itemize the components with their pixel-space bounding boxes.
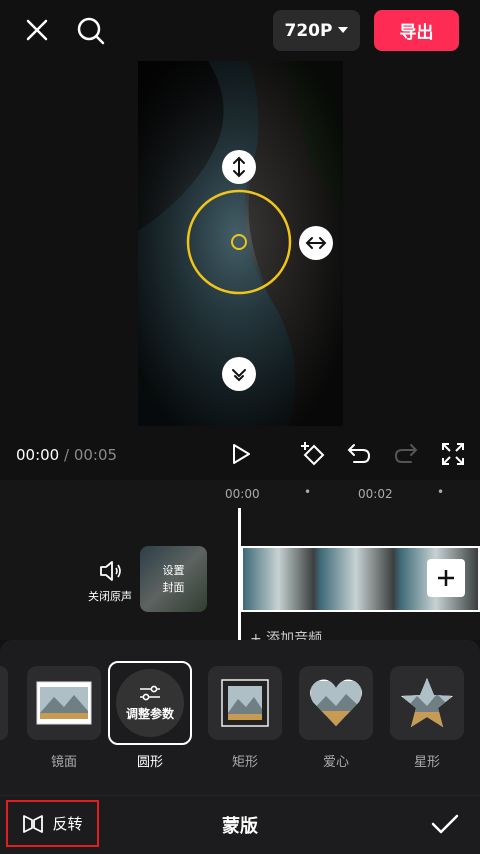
heart-mask-icon	[310, 679, 362, 726]
adjust-params-label: 调整参数	[125, 706, 174, 721]
adjust-sliders-icon	[140, 685, 160, 700]
vertical-arrows-icon	[233, 156, 245, 178]
resize-vertical-handle[interactable]	[222, 150, 256, 184]
redo-icon[interactable]	[392, 441, 420, 467]
chevron-down-icon	[338, 27, 349, 33]
mask-label: 星形	[413, 755, 440, 770]
circle-mask-icon: 调整参数	[116, 669, 184, 737]
current-time: 00:00	[16, 446, 60, 464]
mask-item-heart[interactable]: 爱心	[299, 666, 373, 770]
mask-thumb-selected: 调整参数	[108, 661, 192, 745]
keyframe-icon[interactable]	[298, 440, 328, 468]
cover-label-line2: 封面	[162, 581, 185, 594]
add-clip-button[interactable]	[427, 559, 465, 597]
set-cover-button[interactable]: 设置 封面	[140, 546, 207, 612]
ruler-dot: •	[304, 485, 312, 499]
panel-title: 蒙版	[222, 816, 258, 837]
mask-thumb	[208, 666, 282, 740]
mask-label: 圆形	[136, 755, 163, 770]
horizontal-arrows-icon	[305, 237, 327, 249]
playhead[interactable]	[238, 508, 241, 640]
circle-mask-outline[interactable]	[186, 189, 296, 299]
mask-thumb	[27, 666, 101, 740]
undo-icon[interactable]	[345, 441, 373, 467]
mask-thumb	[299, 666, 373, 740]
speaker-icon	[100, 561, 121, 581]
close-icon[interactable]	[22, 15, 52, 45]
resize-horizontal-handle[interactable]	[299, 226, 333, 260]
ruler-mark-0: 00:00	[225, 487, 260, 501]
time-separator: /	[59, 446, 74, 464]
rectangle-mask-icon	[221, 679, 269, 727]
mask-item-star[interactable]: 星形	[390, 666, 464, 770]
resolution-dropdown[interactable]: 720P	[273, 10, 360, 51]
search-icon[interactable]	[75, 15, 107, 47]
mask-item-none[interactable]	[0, 666, 8, 740]
feather-handle[interactable]	[222, 357, 256, 391]
mirror-mask-icon	[36, 681, 92, 725]
mute-label: 关闭原声	[88, 590, 132, 603]
star-mask-icon	[401, 678, 453, 727]
feather-icon	[232, 369, 246, 382]
mask-item-circle[interactable]: 调整参数 圆形	[108, 661, 192, 770]
confirm-checkmark-icon[interactable]	[430, 811, 460, 837]
play-icon[interactable]	[228, 441, 254, 467]
fullscreen-icon[interactable]	[440, 441, 466, 467]
mask-item-mirror[interactable]: 镜面	[27, 666, 101, 770]
mask-label: 爱心	[322, 755, 349, 770]
playback-time: 00:00 / 00:05	[16, 446, 117, 464]
resolution-label: 720P	[284, 20, 333, 41]
plus-icon	[438, 570, 454, 586]
cover-label-line1: 设置	[162, 564, 185, 577]
mask-item-rectangle[interactable]: 矩形	[208, 666, 282, 770]
export-button[interactable]: 导出	[374, 10, 459, 51]
mute-original-button[interactable]: 关闭原声	[84, 560, 136, 604]
ruler-mark-2: 00:02	[358, 487, 393, 501]
ruler-dot: •	[437, 485, 445, 499]
total-duration: 00:05	[73, 446, 118, 464]
mask-label: 矩形	[231, 755, 258, 770]
mask-label: 镜面	[50, 755, 77, 770]
mask-thumb	[390, 666, 464, 740]
